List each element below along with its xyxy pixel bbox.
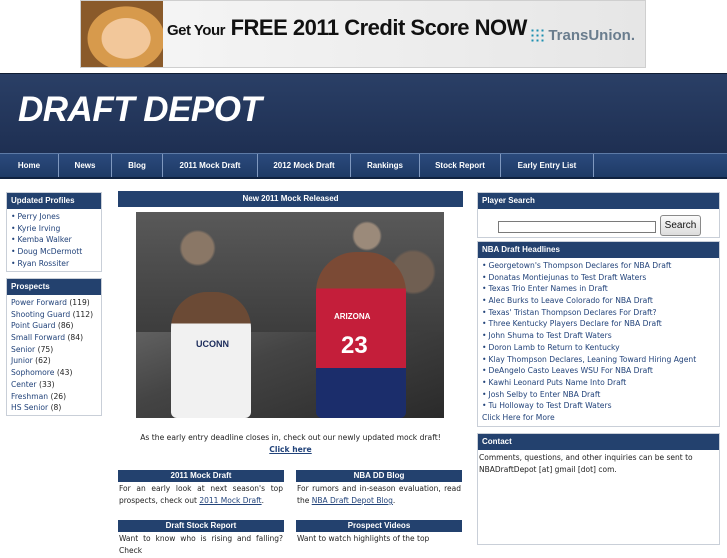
photo-jersey-text: ARIZONA [334, 312, 371, 321]
list-item[interactable]: • John Shuma to Test Draft Waters [482, 330, 715, 342]
blog-title: NBA DD Blog [296, 470, 462, 482]
prospects-box: Prospects Power Forward (119) Shooting G… [6, 278, 102, 416]
list-item[interactable]: • DeAngelo Casto Leaves WSU For NBA Draft [482, 365, 715, 377]
list-item[interactable]: • Kawhi Leonard Puts Name Into Draft [482, 377, 715, 389]
nav-2011-mock-draft[interactable]: 2011 Mock Draft [163, 154, 258, 177]
stock-report-box: Draft Stock Report Want to know who is r… [118, 520, 284, 558]
list-item[interactable]: Point Guard (86) [11, 320, 97, 332]
photo-jersey-number: 23 [341, 332, 368, 359]
list-item[interactable]: • Donatas Montiejunas to Test Draft Water… [482, 272, 715, 284]
list-item[interactable]: • Alec Burks to Leave Colorado for NBA Dr… [482, 295, 715, 307]
list-item[interactable]: • Texas' Tristan Thompson Declares For Dr… [482, 307, 715, 319]
list-item[interactable]: Sophomore (43) [11, 367, 97, 379]
prospects-title: Prospects [7, 279, 101, 295]
list-item[interactable]: • Georgetown's Thompson Declares for NBA … [482, 260, 715, 272]
list-item[interactable]: • Three Kentucky Players Declare for NBA … [482, 318, 715, 330]
banner-ad[interactable]: Get Your FREE 2011 Credit Score NOW Tran… [80, 0, 646, 68]
list-item[interactable]: Junior (62) [11, 355, 97, 367]
list-item[interactable]: • Doug McDermott [11, 246, 97, 258]
nav-2012-mock-draft[interactable]: 2012 Mock Draft [258, 154, 351, 177]
headlines-list: • Georgetown's Thompson Declares for NBA … [478, 258, 719, 426]
list-item[interactable]: • Klay Thompson Declares, Leaning Toward … [482, 354, 715, 366]
transunion-logo-icon [530, 28, 545, 42]
ad-headline: Get Your FREE 2011 Credit Score NOW [167, 15, 527, 40]
player-search-title: Player Search [478, 193, 719, 209]
headlines-title: NBA Draft Headlines [478, 242, 719, 258]
ad-brand-logo: TransUnion. [530, 27, 635, 44]
headlines-box: NBA Draft Headlines • Georgetown's Thomps… [477, 241, 720, 427]
feature-photo[interactable]: UCONN 23 ARIZONA [136, 212, 444, 418]
ad-photo [81, 1, 163, 67]
blog-box: NBA DD Blog For rumors and in-season eva… [296, 470, 462, 508]
contact-box: Contact Comments, questions, and other i… [477, 433, 720, 545]
updated-profiles-title: Updated Profiles [7, 193, 101, 209]
site-logo[interactable]: DRAFT DEPOT [18, 90, 262, 130]
nav-rankings[interactable]: Rankings [351, 154, 420, 177]
list-item[interactable]: Senior (75) [11, 344, 97, 356]
list-item[interactable]: Shooting Guard (112) [11, 309, 97, 321]
updated-profiles-list: • Perry Jones • Kyrie Irving • Kemba Walker… [7, 209, 101, 271]
player-search-input[interactable] [498, 221, 656, 233]
updated-profiles-box: Updated Profiles • Perry Jones • Kyrie Irv… [6, 192, 102, 272]
list-item[interactable]: Power Forward (119) [11, 297, 97, 309]
site-header: DRAFT DEPOT [0, 73, 727, 154]
contact-title: Contact [478, 434, 719, 450]
prospects-list: Power Forward (119) Shooting Guard (112)… [7, 295, 101, 416]
nav-stock-report[interactable]: Stock Report [420, 154, 501, 177]
contact-text: Comments, questions, and other inquiries… [479, 453, 693, 474]
nav-home[interactable]: Home [0, 154, 59, 177]
feature-caption-block: As the early entry deadline closes in, c… [118, 432, 463, 456]
list-item[interactable]: • Perry Jones [11, 211, 97, 223]
list-item[interactable]: • Texas Trio Enter Names in Draft [482, 283, 715, 295]
stock-report-title: Draft Stock Report [118, 520, 284, 532]
search-button[interactable]: Search [660, 215, 701, 236]
list-item[interactable]: • Josh Selby to Enter NBA Draft [482, 389, 715, 401]
feature-title: New 2011 Mock Released [118, 191, 463, 207]
list-item[interactable]: • Doron Lamb to Return to Kentucky [482, 342, 715, 354]
headlines-more-link[interactable]: Click Here for More [482, 412, 715, 424]
list-item[interactable]: • Kemba Walker [11, 234, 97, 246]
list-item[interactable]: HS Senior (8) [11, 402, 97, 414]
blog-text: For rumors and in-season evaluation, rea… [297, 484, 461, 505]
mock-draft-box: 2011 Mock Draft For an early look at nex… [118, 470, 284, 508]
nav-blog[interactable]: Blog [112, 154, 163, 177]
feature-click-here-link[interactable]: Click here [118, 444, 463, 456]
list-item[interactable]: • Tu Holloway to Test Draft Waters [482, 400, 715, 412]
list-item[interactable]: Small Forward (84) [11, 332, 97, 344]
prospect-videos-title: Prospect Videos [296, 520, 462, 532]
mock-draft-title: 2011 Mock Draft [118, 470, 284, 482]
photo-opponent-jersey-text: UCONN [196, 339, 229, 349]
mock-draft-text: For an early look at next season's top p… [119, 484, 283, 505]
list-item[interactable]: Freshman (26) [11, 391, 97, 403]
list-item[interactable]: • Kyrie Irving [11, 223, 97, 235]
blog-link[interactable]: NBA Draft Depot Blog [312, 496, 393, 505]
mock-draft-link[interactable]: 2011 Mock Draft [199, 496, 261, 505]
main-nav: Home News Blog 2011 Mock Draft 2012 Mock… [0, 153, 727, 179]
list-item[interactable]: Center (33) [11, 379, 97, 391]
prospect-videos-box: Prospect Videos Want to watch highlights… [296, 520, 462, 546]
photo-opponent-player [171, 292, 251, 418]
stock-report-text: Want to know who is rising and falling? … [119, 534, 283, 555]
list-item[interactable]: • Ryan Rossiter [11, 258, 97, 270]
nav-news[interactable]: News [59, 154, 112, 177]
nav-early-entry-list[interactable]: Early Entry List [501, 154, 594, 177]
player-search-box: Player Search Search [477, 192, 720, 238]
prospect-videos-text: Want to watch highlights of the top [297, 534, 430, 543]
feature-caption: As the early entry deadline closes in, c… [140, 433, 441, 442]
